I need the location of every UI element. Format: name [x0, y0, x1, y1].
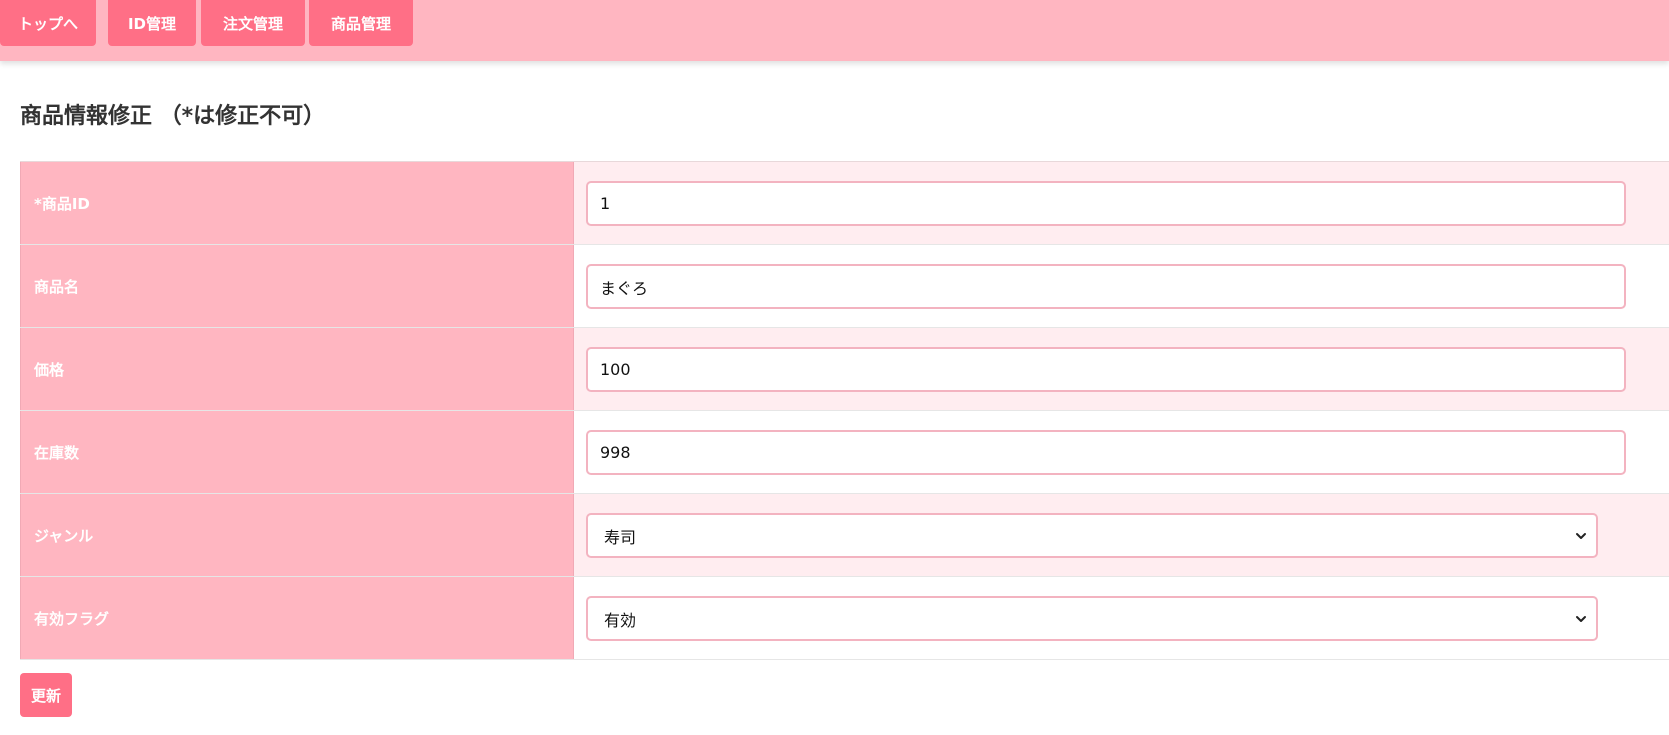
active-flag-label: 有効フラグ — [20, 577, 574, 659]
top-nav-bar: トップへ ID管理 注文管理 商品管理 — [0, 0, 1669, 61]
price-label: 価格 — [20, 328, 574, 410]
chevron-down-icon — [1576, 532, 1586, 539]
product-name-label: 商品名 — [20, 245, 574, 327]
form-row-genre: ジャンル 寿司 — [20, 494, 1669, 577]
product-id-label: *商品ID — [20, 162, 574, 244]
active-flag-select[interactable]: 有効 — [586, 596, 1598, 641]
price-cell — [574, 328, 1669, 410]
nav-top-button[interactable]: トップへ — [0, 0, 96, 46]
form-row-product-id: *商品ID — [20, 162, 1669, 245]
update-button[interactable]: 更新 — [20, 673, 72, 717]
product-name-input[interactable] — [586, 264, 1626, 309]
product-id-input[interactable] — [586, 181, 1626, 226]
stock-label: 在庫数 — [20, 411, 574, 493]
product-id-cell — [574, 162, 1669, 244]
active-flag-selected-value: 有効 — [604, 610, 637, 630]
product-edit-form: *商品ID 商品名 価格 在庫数 ジャンル 寿司 — [20, 161, 1669, 664]
page-title: 商品情報修正 （*は修正不可） — [20, 104, 326, 129]
nav-id-management-button[interactable]: ID管理 — [108, 0, 196, 46]
genre-label: ジャンル — [20, 494, 574, 576]
genre-select[interactable]: 寿司 — [586, 513, 1598, 558]
nav-product-management-button[interactable]: 商品管理 — [309, 0, 413, 46]
form-row-product-name: 商品名 — [20, 245, 1669, 328]
stock-input[interactable] — [586, 430, 1626, 475]
form-row-stock: 在庫数 — [20, 411, 1669, 494]
nav-order-management-button[interactable]: 注文管理 — [201, 0, 305, 46]
genre-selected-value: 寿司 — [604, 527, 637, 547]
stock-cell — [574, 411, 1669, 493]
active-flag-cell: 有効 — [574, 577, 1669, 659]
genre-cell: 寿司 — [574, 494, 1669, 576]
product-name-cell — [574, 245, 1669, 327]
form-row-price: 価格 — [20, 328, 1669, 411]
chevron-down-icon — [1576, 615, 1586, 622]
form-row-active-flag: 有効フラグ 有効 — [20, 577, 1669, 660]
price-input[interactable] — [586, 347, 1626, 392]
